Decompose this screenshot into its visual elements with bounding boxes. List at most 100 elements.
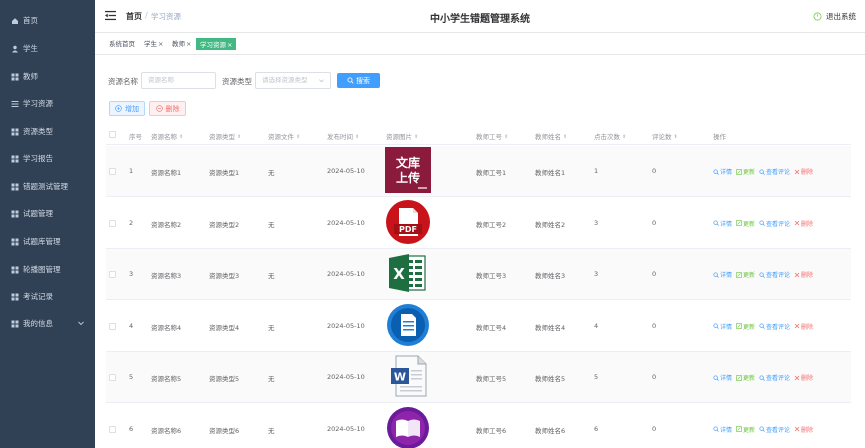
- row-checkbox[interactable]: [109, 425, 116, 433]
- review-link[interactable]: 查看评论: [759, 322, 790, 331]
- review-link[interactable]: 查看评论: [759, 373, 790, 382]
- delete-button-label: 删除: [165, 104, 180, 113]
- row-checkbox[interactable]: [109, 168, 116, 175]
- sort-icon[interactable]: ⬍: [179, 134, 183, 140]
- sort-icon[interactable]: ⬍: [237, 134, 241, 140]
- cell-date: 2024-05-10: [327, 373, 365, 381]
- column-header: 序号: [129, 131, 142, 141]
- review-label: 查看评论: [766, 272, 791, 279]
- sort-icon[interactable]: ⬍: [355, 134, 359, 140]
- column-header[interactable]: 点击次数 ⬍: [594, 131, 626, 141]
- search-icon: [759, 426, 766, 432]
- remove-link[interactable]: 删除: [794, 167, 813, 176]
- remove-link[interactable]: 删除: [794, 425, 813, 434]
- sort-icon[interactable]: ⬍: [414, 134, 418, 140]
- sidebar-item[interactable]: 轮播图管理: [0, 256, 95, 283]
- row-actions: 详情 更新 查看评论 删除: [713, 373, 817, 382]
- close-icon[interactable]: ×: [158, 40, 163, 48]
- resource-image[interactable]: [385, 405, 431, 448]
- tags-view: 系统首页 学生× 教师× 学习资源×: [95, 34, 865, 55]
- search-icon: [713, 323, 720, 329]
- edit-link[interactable]: 更新: [736, 167, 755, 176]
- review-link[interactable]: 查看评论: [759, 167, 790, 176]
- row-checkbox[interactable]: [109, 322, 116, 330]
- column-header[interactable]: 发布时间 ⬍: [327, 131, 359, 141]
- review-link[interactable]: 查看评论: [759, 270, 790, 279]
- chevron-down-icon: [319, 79, 324, 83]
- remove-link[interactable]: 删除: [794, 322, 813, 331]
- detail-link[interactable]: 详情: [713, 167, 732, 176]
- column-header[interactable]: 评论数 ⬍: [652, 131, 678, 141]
- review-link[interactable]: 查看评论: [759, 425, 790, 434]
- detail-link[interactable]: 详情: [713, 270, 732, 279]
- tag-2[interactable]: 教师×: [170, 38, 193, 50]
- sidebar-item[interactable]: 错题测试管理: [0, 173, 95, 200]
- column-header[interactable]: 资源图片 ⬍: [386, 131, 418, 141]
- tag-3[interactable]: 学习资源×: [196, 38, 237, 50]
- remove-label: 删除: [801, 323, 814, 331]
- column-header[interactable]: 资源类型 ⬍: [209, 131, 241, 141]
- resource-image[interactable]: PDF: [385, 199, 431, 245]
- sort-icon[interactable]: ⬍: [622, 134, 626, 140]
- tag-1[interactable]: 学生×: [142, 38, 165, 50]
- batch-delete-button[interactable]: 删除: [149, 101, 186, 116]
- resource-image[interactable]: 文库 上传: [385, 147, 431, 193]
- sidebar-item[interactable]: 试题管理: [0, 200, 95, 227]
- tag-label: 系统首页: [109, 40, 135, 48]
- close-icon[interactable]: ×: [186, 40, 191, 48]
- sidebar-item[interactable]: 学生: [0, 35, 95, 62]
- review-link[interactable]: 查看评论: [759, 219, 790, 228]
- tag-0[interactable]: 系统首页: [107, 38, 137, 50]
- remove-link[interactable]: 删除: [794, 373, 813, 382]
- edit-label: 更新: [743, 375, 756, 382]
- row-checkbox[interactable]: [109, 374, 116, 381]
- detail-label: 详情: [720, 169, 733, 176]
- sort-icon[interactable]: ⬍: [563, 134, 567, 140]
- row-checkbox[interactable]: [109, 219, 116, 227]
- close-icon[interactable]: ×: [227, 41, 232, 49]
- detail-link[interactable]: 详情: [713, 373, 732, 382]
- column-header[interactable]: 教师姓名 ⬍: [535, 131, 567, 141]
- resource-image[interactable]: W: [385, 353, 431, 399]
- add-button[interactable]: 增加: [109, 101, 145, 116]
- sidebar-item[interactable]: 首页: [0, 7, 95, 34]
- detail-link[interactable]: 详情: [713, 425, 732, 434]
- sidebar-item[interactable]: 学习报告: [0, 145, 95, 172]
- edit-link[interactable]: 更新: [736, 322, 755, 331]
- sort-icon[interactable]: ⬍: [296, 134, 300, 140]
- remove-label: 删除: [801, 375, 814, 382]
- resource-type-select[interactable]: 请选择资源类型: [255, 72, 331, 89]
- detail-link[interactable]: 详情: [713, 322, 732, 331]
- search-button[interactable]: 搜索: [337, 73, 380, 88]
- resource-name-input[interactable]: 资源名称: [141, 72, 216, 89]
- column-header[interactable]: 资源文件 ⬍: [268, 131, 300, 141]
- remove-link[interactable]: 删除: [794, 270, 813, 279]
- column-header-label: 操作: [713, 133, 726, 141]
- cell-type: 资源类型4: [209, 323, 240, 332]
- edit-link[interactable]: 更新: [736, 219, 755, 228]
- resource-image[interactable]: [385, 302, 431, 348]
- row-checkbox[interactable]: [109, 271, 116, 278]
- cell-index: 3: [129, 270, 134, 278]
- sidebar-item[interactable]: 试题库管理: [0, 228, 95, 255]
- remove-link[interactable]: 删除: [794, 219, 813, 228]
- column-header[interactable]: 教师工号 ⬍: [476, 131, 508, 141]
- sidebar-item[interactable]: 我的信息: [0, 310, 95, 337]
- edit-link[interactable]: 更新: [736, 373, 755, 382]
- sort-icon[interactable]: ⬍: [504, 134, 508, 140]
- sort-icon[interactable]: ⬍: [674, 134, 678, 140]
- sidebar-item[interactable]: 资源类型: [0, 118, 95, 145]
- logout-button[interactable]: 退出系统: [813, 11, 856, 22]
- cell-date: 2024-05-10: [327, 321, 365, 330]
- sidebar-item[interactable]: 学习资源: [0, 90, 95, 117]
- column-header[interactable]: 资源名称 ⬍: [151, 131, 183, 141]
- remove-label: 删除: [801, 220, 814, 228]
- select-all-checkbox[interactable]: [109, 131, 116, 138]
- resource-image[interactable]: X: [385, 250, 431, 296]
- sidebar-item[interactable]: 教师: [0, 63, 95, 90]
- sidebar-item[interactable]: 考试记录: [0, 283, 95, 310]
- edit-link[interactable]: 更新: [736, 425, 755, 434]
- edit-link[interactable]: 更新: [736, 270, 755, 279]
- remove-label: 删除: [801, 272, 814, 279]
- detail-link[interactable]: 详情: [713, 219, 732, 228]
